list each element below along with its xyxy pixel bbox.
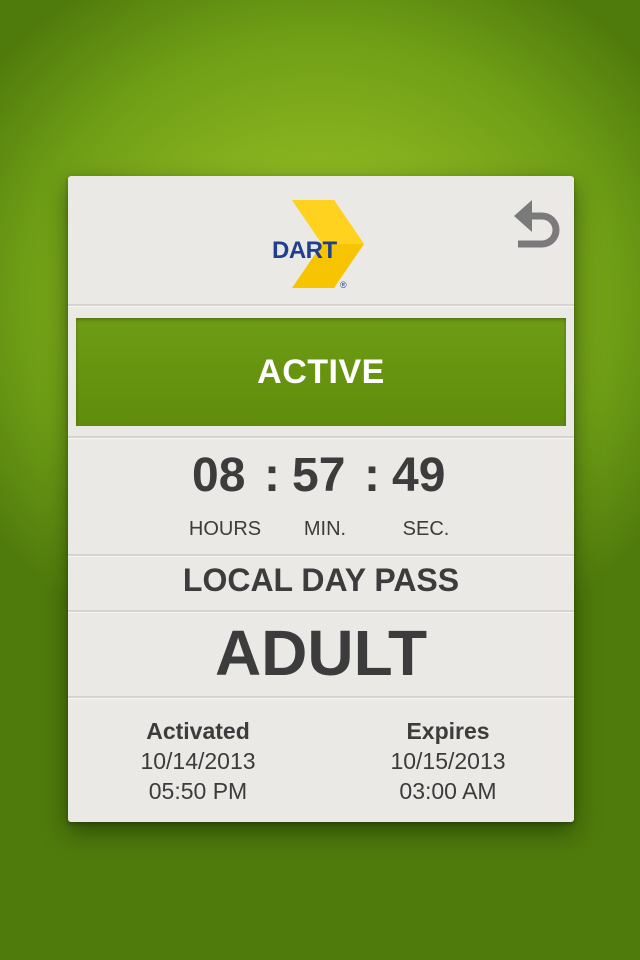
timer-separator: :	[264, 449, 280, 502]
dart-logo: DART ®	[272, 200, 364, 290]
divider	[68, 696, 574, 699]
timer-separator: :	[364, 449, 380, 502]
expires-label: Expires	[406, 718, 490, 744]
timer-labels: HOURS MIN. SEC.	[68, 518, 574, 542]
ticket-header: DART ®	[68, 176, 574, 304]
undo-arrow-icon[interactable]	[512, 194, 562, 250]
divider	[68, 304, 574, 307]
timer-hours: 08	[192, 449, 246, 502]
dart-logo-text: DART	[272, 237, 337, 264]
rider-type: ADULT	[214, 617, 428, 689]
pass-name: LOCAL DAY PASS	[182, 562, 460, 598]
activated-time: 05:50 PM	[148, 778, 248, 804]
minutes-label: MIN.	[303, 518, 347, 540]
activated-label: Activated	[146, 718, 250, 744]
countdown-timer: 08 : 57 : 49	[68, 448, 574, 508]
divider	[68, 554, 574, 557]
registered-mark: ®	[340, 280, 347, 290]
timer-seconds: 49	[392, 449, 446, 502]
timer-minutes: 57	[292, 449, 346, 502]
expires-time: 03:00 AM	[399, 778, 497, 804]
activated-date: 10/14/2013	[140, 748, 256, 774]
status-banner: ACTIVE	[76, 318, 566, 426]
expires-info: Expires 10/15/2013 03:00 AM	[348, 716, 548, 806]
hours-label: HOURS	[188, 518, 262, 540]
seconds-label: SEC.	[402, 518, 450, 540]
divider	[68, 610, 574, 613]
activated-info: Activated 10/14/2013 05:50 PM	[98, 716, 298, 806]
divider	[68, 436, 574, 439]
ticket-card: DART ® ACTIVE 08 : 57 : 49 HOURS MIN. SE…	[68, 176, 574, 822]
status-label: ACTIVE	[257, 352, 385, 391]
expires-date: 10/15/2013	[390, 748, 506, 774]
